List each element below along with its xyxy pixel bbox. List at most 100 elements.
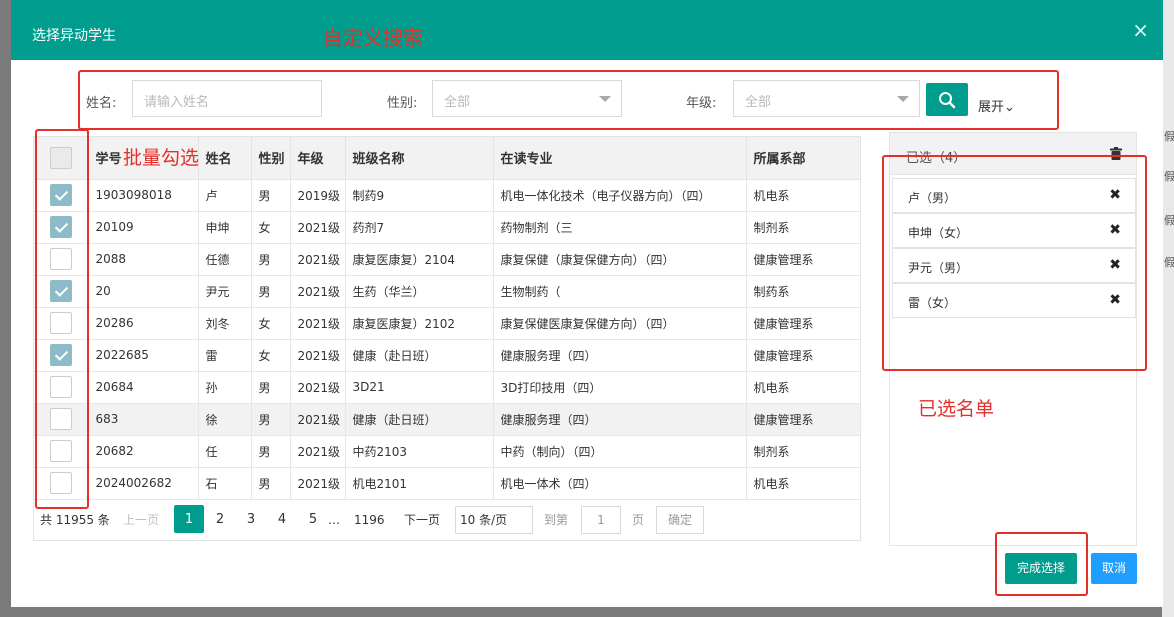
- cell-name: 任德: [198, 243, 252, 276]
- pager-prev[interactable]: 上一页: [123, 505, 159, 535]
- background-char: 假: [1164, 130, 1174, 143]
- annotation-custom-search: 自定义搜索: [323, 26, 423, 50]
- cell-grade: 2021级: [290, 403, 346, 436]
- pager-last-page[interactable]: 1196: [354, 505, 385, 535]
- annotation-box-selected: [882, 155, 1147, 371]
- cell-name: 石: [198, 467, 252, 500]
- cell-department: 健康管理系: [746, 307, 861, 340]
- cell-gender: 男: [251, 179, 291, 212]
- cell-major: 健康服务理（四）: [493, 403, 747, 436]
- cell-major: 机电一体术（四）: [493, 467, 747, 500]
- page-size-select[interactable]: 10 条/页: [455, 506, 533, 534]
- table-row[interactable]: 2022685 雷女 2021级 健康（赴日班） 健康服务理（四） 健康管理系: [34, 339, 861, 372]
- search-bar: 姓名: 请输入姓名 性别: 全部 年级: 全部 展开⌄: [33, 72, 1047, 124]
- pager-page[interactable]: 2: [205, 505, 235, 533]
- pager-goto-input[interactable]: 1: [581, 506, 621, 534]
- cell-gender: 男: [251, 371, 291, 404]
- cell-name: 任: [198, 435, 252, 468]
- cell-gender: 男: [251, 243, 291, 276]
- gender-label: 性别:: [387, 96, 418, 111]
- search-button[interactable]: [926, 83, 968, 116]
- cell-name: 尹元: [198, 275, 252, 308]
- grade-select[interactable]: 全部: [733, 80, 920, 117]
- table-body: 1903098018 卢男 2019级 制药9 机电一体化技术（电子仪器方向）（四） 机电…: [34, 179, 861, 500]
- pager-confirm-button[interactable]: 确定: [656, 506, 704, 534]
- pager-unit: 页: [632, 513, 645, 527]
- cell-major: 康复保健医康复保健方向）（四）: [493, 307, 747, 340]
- annotation-box-batch: [35, 129, 89, 509]
- cell-grade: 2021级: [290, 211, 346, 244]
- cell-department: 机电系: [746, 467, 861, 500]
- pager-ellipsis: …: [328, 513, 340, 527]
- cell-grade: 2019级: [290, 179, 346, 212]
- table-row[interactable]: 20682 任男 2021级 中药2103 中药（制向）（四） 制剂系: [34, 435, 861, 468]
- table-row[interactable]: 20109 申坤女 2021级 药剂7 药物制剂（三 制剂系: [34, 211, 861, 244]
- annotation-selected-list: 已选名单: [918, 398, 995, 420]
- table-row[interactable]: 1903098018 卢男 2019级 制药9 机电一体化技术（电子仪器方向）（四） 机电…: [34, 179, 861, 212]
- col-header-class: 班级名称: [345, 137, 494, 180]
- cell-student-id: 683: [88, 403, 199, 436]
- pager-page[interactable]: 4: [267, 505, 297, 533]
- table-row[interactable]: 20 尹元男 2021级 生药（华兰） 生物制药（ 制药系: [34, 275, 861, 308]
- cell-grade: 2021级: [290, 243, 346, 276]
- annotation-box-done: [995, 532, 1088, 596]
- cell-student-id: 2088: [88, 243, 199, 276]
- pager-page[interactable]: 1: [174, 505, 204, 533]
- cell-student-id: 2024002682: [88, 467, 199, 500]
- col-header-department: 所属系部: [746, 137, 861, 180]
- cell-name: 刘冬: [198, 307, 252, 340]
- cell-gender: 男: [251, 467, 291, 500]
- cell-grade: 2021级: [290, 371, 346, 404]
- cell-grade: 2021级: [290, 275, 346, 308]
- background-char: 假: [1164, 170, 1174, 183]
- background-char: 假: [1164, 214, 1174, 227]
- cell-class: 健康（赴日班）: [345, 403, 494, 436]
- cell-student-id: 20684: [88, 371, 199, 404]
- cell-class: 机电2101: [345, 467, 494, 500]
- cell-grade: 2021级: [290, 307, 346, 340]
- cell-grade: 2021级: [290, 339, 346, 372]
- close-icon[interactable]: ×: [1132, 20, 1149, 40]
- cell-major: 中药（制向）（四）: [493, 435, 747, 468]
- cell-gender: 男: [251, 435, 291, 468]
- cell-class: 药剂7: [345, 211, 494, 244]
- cell-major: 机电一体化技术（电子仪器方向）（四）: [493, 179, 747, 212]
- cell-department: 机电系: [746, 371, 861, 404]
- table-row[interactable]: 2088 任德男 2021级 康复医康复）2104 康复保健（康复保健方向）（四） 健康管…: [34, 243, 861, 276]
- modal-title: 选择异动学生: [32, 28, 116, 44]
- cell-student-id: 20682: [88, 435, 199, 468]
- col-header-gender: 性别: [251, 137, 291, 180]
- select-student-modal: 选择异动学生 × 自定义搜索 姓名: 请输入姓名 性别: 全部 年级: 全部 展…: [11, 0, 1163, 607]
- pager-next[interactable]: 下一页: [404, 505, 440, 535]
- cell-department: 制剂系: [746, 435, 861, 468]
- table-row[interactable]: 20684 孙男 2021级 3D21 3D打印技用（四） 机电系: [34, 371, 861, 404]
- table-row[interactable]: 20286 刘冬女 2021级 康复医康复）2102 康复保健医康复保健方向）（四） 健康…: [34, 307, 861, 340]
- name-label: 姓名:: [86, 96, 117, 111]
- expand-toggle[interactable]: 展开⌄: [978, 96, 1015, 115]
- name-search-input[interactable]: 请输入姓名: [132, 80, 322, 117]
- gender-select[interactable]: 全部: [432, 80, 622, 117]
- cell-class: 康复医康复）2104: [345, 243, 494, 276]
- cancel-button[interactable]: 取消: [1091, 553, 1137, 584]
- annotation-batch-select: 批量勾选: [123, 147, 200, 169]
- background-page-strip: 假 假 假 假: [1162, 0, 1174, 617]
- cell-student-id: 1903098018: [88, 179, 199, 212]
- chevron-down-icon: [599, 96, 611, 102]
- table-row[interactable]: 683 徐男 2021级 健康（赴日班） 健康服务理（四） 健康管理系: [34, 403, 861, 436]
- cell-name: 卢: [198, 179, 252, 212]
- col-header-grade: 年级: [290, 137, 346, 180]
- modal-header: 选择异动学生 ×: [11, 0, 1163, 60]
- pager-page[interactable]: 5: [298, 505, 328, 533]
- cell-gender: 女: [251, 307, 291, 340]
- cell-department: 健康管理系: [746, 403, 861, 436]
- grade-select-value: 全部: [745, 95, 772, 110]
- table-row[interactable]: 2024002682 石男 2021级 机电2101 机电一体术（四） 机电系: [34, 467, 861, 500]
- chevron-down-icon: [897, 96, 909, 102]
- pagination: 共 11955 条 上一页 1 2 3 4 5 … 1196 下一页 10 条/…: [34, 505, 860, 541]
- cell-student-id: 20109: [88, 211, 199, 244]
- pager-page[interactable]: 3: [236, 505, 266, 533]
- cell-name: 雷: [198, 339, 252, 372]
- cell-gender: 女: [251, 339, 291, 372]
- cell-gender: 男: [251, 275, 291, 308]
- pager-goto-label: 到第: [544, 513, 569, 527]
